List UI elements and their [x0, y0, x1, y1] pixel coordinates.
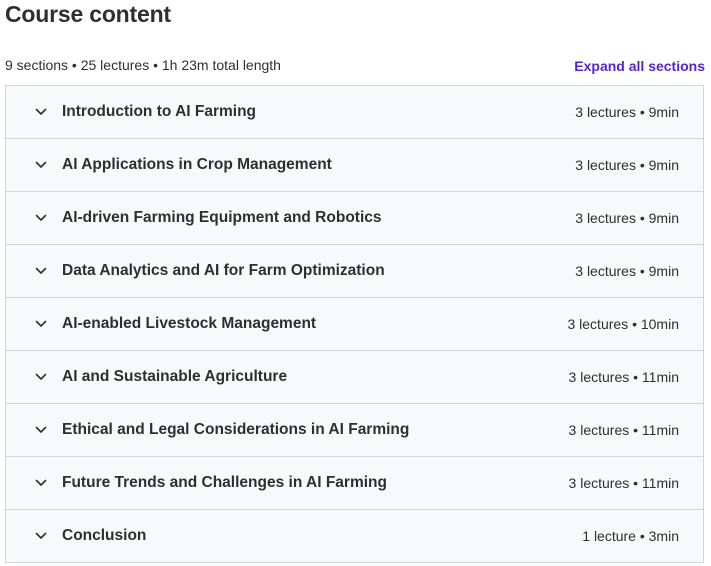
section-lecture-info: 3 lectures • 11min — [568, 422, 679, 438]
sections-accordion: Introduction to AI Farming 3 lectures • … — [5, 85, 704, 563]
section-title: AI Applications in Crop Management — [62, 156, 332, 173]
section-header[interactable]: AI-driven Farming Equipment and Robotics… — [6, 192, 703, 245]
chevron-down-icon — [34, 264, 48, 278]
section-title: AI-enabled Livestock Management — [62, 315, 317, 332]
section-lecture-info: 3 lectures • 10min — [567, 316, 679, 332]
course-summary-text: 9 sections • 25 lectures • 1h 23m total … — [5, 57, 281, 73]
section-lecture-info: 1 lecture • 3min — [582, 528, 679, 544]
section-title: Future Trends and Challenges in AI Farmi… — [62, 474, 387, 491]
chevron-down-icon — [34, 423, 48, 437]
section-title: Ethical and Legal Considerations in AI F… — [62, 421, 410, 438]
section-header[interactable]: AI-enabled Livestock Management 3 lectur… — [6, 298, 703, 351]
chevron-down-icon — [34, 105, 48, 119]
chevron-down-icon — [34, 158, 48, 172]
section-lecture-info: 3 lectures • 11min — [568, 369, 679, 385]
chevron-down-icon — [34, 476, 48, 490]
course-summary-row: 9 sections • 25 lectures • 1h 23m total … — [5, 56, 705, 74]
section-lecture-info: 3 lectures • 9min — [575, 104, 679, 120]
section-header[interactable]: Conclusion 1 lecture • 3min — [6, 510, 703, 562]
section-lecture-info: 3 lectures • 9min — [575, 157, 679, 173]
section-header[interactable]: AI and Sustainable Agriculture 3 lecture… — [6, 351, 703, 404]
expand-all-sections-button[interactable]: Expand all sections — [574, 58, 705, 74]
chevron-down-icon — [34, 211, 48, 225]
section-header[interactable]: Ethical and Legal Considerations in AI F… — [6, 404, 703, 457]
section-lecture-info: 3 lectures • 9min — [575, 210, 679, 226]
section-title: AI and Sustainable Agriculture — [62, 368, 288, 385]
chevron-down-icon — [34, 317, 48, 331]
section-title: AI-driven Farming Equipment and Robotics — [62, 209, 382, 226]
chevron-down-icon — [34, 529, 48, 543]
page-title: Course content — [5, 1, 171, 27]
section-header[interactable]: Introduction to AI Farming 3 lectures • … — [6, 86, 703, 139]
section-lecture-info: 3 lectures • 11min — [568, 475, 679, 491]
section-header[interactable]: AI Applications in Crop Management 3 lec… — [6, 139, 703, 192]
section-title: Data Analytics and AI for Farm Optimizat… — [62, 262, 385, 279]
section-lecture-info: 3 lectures • 9min — [575, 263, 679, 279]
section-title: Conclusion — [62, 527, 147, 544]
section-title: Introduction to AI Farming — [62, 103, 257, 120]
chevron-down-icon — [34, 370, 48, 384]
section-header[interactable]: Data Analytics and AI for Farm Optimizat… — [6, 245, 703, 298]
section-header[interactable]: Future Trends and Challenges in AI Farmi… — [6, 457, 703, 510]
